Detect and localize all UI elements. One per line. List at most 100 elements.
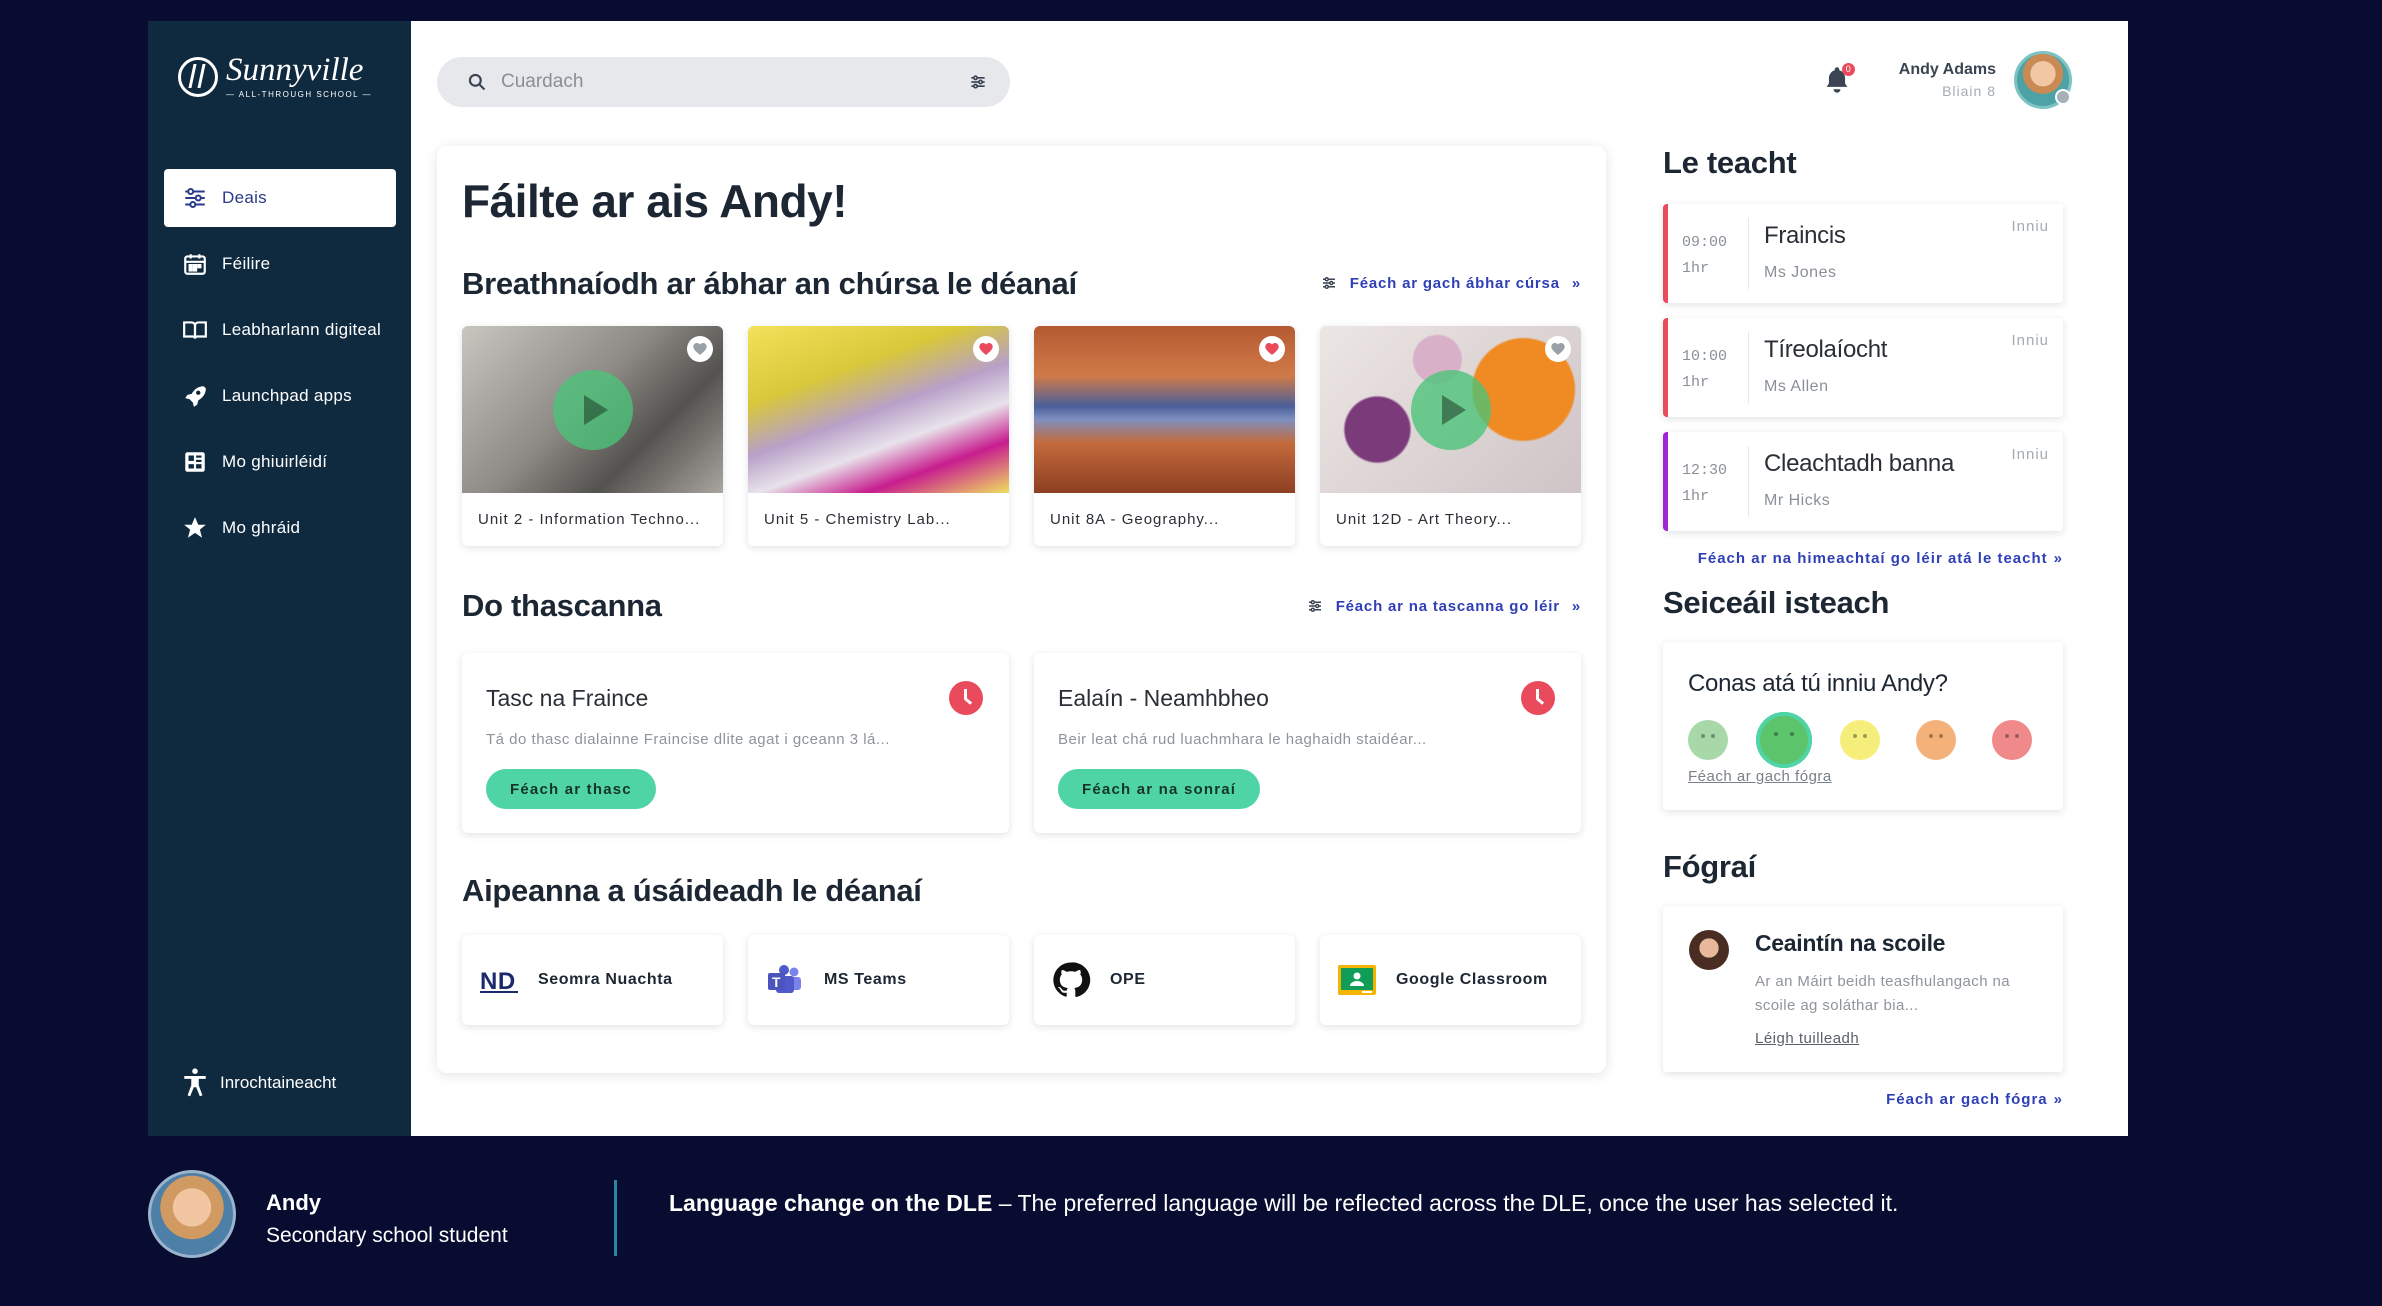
- sidebar-item-calendar[interactable]: Féilire: [164, 235, 396, 293]
- book-icon: [183, 321, 207, 339]
- checkin-title: Seiceáil isteach: [1663, 585, 1890, 620]
- lesson-subject: Cleachtadh banna: [1764, 450, 1955, 477]
- favourite-button[interactable]: [1259, 336, 1285, 362]
- sidebar: Sunnyville — ALL-THROUGH SCHOOL — Deais …: [148, 21, 411, 1136]
- mood-selector: [1688, 712, 2032, 768]
- app-google-classroom[interactable]: Google Classroom: [1320, 935, 1581, 1025]
- lesson-teacher: Mr Hicks: [1764, 492, 1831, 509]
- double-chevron-icon: »: [1571, 274, 1581, 292]
- lesson-card[interactable]: 10:00 1hr Tíreolaíocht Ms Allen Inniu: [1663, 318, 2063, 417]
- course-card-art[interactable]: Unit 12D - Art Theory...: [1320, 326, 1581, 546]
- app-label: MS Teams: [824, 971, 907, 988]
- mood-very-sad-button[interactable]: [1992, 720, 2032, 760]
- accessibility-label: Inrochtaineacht: [220, 1073, 337, 1092]
- lesson-duration: 1hr: [1682, 260, 1710, 278]
- course-label: Unit 5 - Chemistry Lab...: [764, 511, 951, 528]
- favourite-button[interactable]: [687, 336, 713, 362]
- mood-sad-button[interactable]: [1916, 720, 1956, 760]
- see-all-courses-link[interactable]: Féach ar gach ábhar cúrsa »: [1320, 274, 1581, 292]
- course-thumbnail: [1034, 326, 1295, 493]
- lesson-teacher: Ms Jones: [1764, 264, 1837, 281]
- course-card-geography[interactable]: Unit 8A - Geography...: [1034, 326, 1295, 546]
- sidebar-item-widgets[interactable]: Mo ghiuirléidí: [164, 433, 396, 491]
- svg-text:ND: ND: [480, 968, 516, 995]
- see-all-notices-link[interactable]: Féach ar gach fógra »: [1886, 1091, 2063, 1108]
- read-more-link[interactable]: Léigh tuilleadh: [1755, 1030, 1859, 1047]
- task-description: Tá do thasc dialainne Fraincise dlite ag…: [486, 731, 890, 748]
- sidebar-item-label: Launchpad apps: [222, 386, 352, 405]
- accessibility-link[interactable]: Inrochtaineacht: [182, 1068, 336, 1098]
- school-logo[interactable]: Sunnyville — ALL-THROUGH SCHOOL —: [178, 54, 372, 99]
- course-label: Unit 12D - Art Theory...: [1336, 511, 1512, 528]
- lesson-card[interactable]: 09:00 1hr Fraincis Ms Jones Inniu: [1663, 204, 2063, 303]
- recent-courses-title: Breathnaíodh ar ábhar an chúrsa le déana…: [462, 266, 1077, 301]
- checkin-view-all-link[interactable]: Féach ar gach fógra: [1688, 768, 1832, 785]
- notice-card: Ceaintín na scoile Ar an Máirt beidh tea…: [1663, 906, 2063, 1072]
- favourite-button[interactable]: [1545, 336, 1571, 362]
- logo-name: Sunnyville: [226, 52, 364, 88]
- newsroom-icon: ND: [478, 959, 520, 1001]
- caption-body: – The preferred language will be reflect…: [992, 1190, 1899, 1216]
- persona-name: Andy: [266, 1190, 321, 1215]
- sliders-icon: [185, 188, 205, 208]
- search-bar: [437, 57, 1010, 107]
- see-all-tasks-link[interactable]: Féach ar na tascanna go léir »: [1306, 597, 1581, 615]
- lesson-time: 10:00: [1682, 348, 1728, 365]
- filter-icon: [1322, 277, 1335, 289]
- page-title: Fáilte ar ais Andy!: [462, 175, 848, 227]
- see-all-events-link[interactable]: Féach ar na himeachtaí go léir atá le te…: [1698, 550, 2063, 567]
- task-list: Tasc na Fraince Tá do thasc dialainne Fr…: [462, 653, 1581, 833]
- lesson-day: Inniu: [2011, 218, 2049, 235]
- rocket-icon: [185, 386, 206, 407]
- course-card-it[interactable]: Unit 2 - Information Techno...: [462, 326, 723, 546]
- notifications-button[interactable]: 0: [1823, 63, 1855, 95]
- app-ms-teams[interactable]: T MS Teams: [748, 935, 1009, 1025]
- sidebar-item-dashboard[interactable]: Deais: [164, 169, 396, 227]
- view-details-button[interactable]: Féach ar na sonraí: [1058, 769, 1261, 809]
- app-label: Seomra Nuachta: [538, 971, 673, 988]
- see-all-notices-label: Féach ar gach fógra: [1886, 1091, 2048, 1108]
- mood-happy-button[interactable]: [1756, 712, 1812, 768]
- play-icon[interactable]: [552, 369, 633, 450]
- divider: [1748, 446, 1749, 517]
- star-icon: [184, 517, 206, 538]
- task-title: Tasc na Fraince: [486, 685, 649, 711]
- lesson-card[interactable]: 12:30 1hr Cleachtadh banna Mr Hicks Inniu: [1663, 432, 2063, 531]
- sidebar-item-digital-library[interactable]: Leabharlann digiteal: [164, 301, 396, 359]
- mood-very-happy-button[interactable]: [1688, 720, 1728, 760]
- lesson-time: 12:30: [1682, 462, 1728, 479]
- course-card-chemistry[interactable]: Unit 5 - Chemistry Lab...: [748, 326, 1009, 546]
- see-all-courses-label: Féach ar gach ábhar cúrsa: [1349, 274, 1560, 292]
- course-thumbnail: [462, 326, 723, 493]
- checkin-card: Conas atá tú inniu Andy? Féach ar gach f…: [1663, 642, 2063, 810]
- divider: [614, 1180, 617, 1256]
- user-class: Bliain 8: [1942, 83, 1996, 99]
- search-icon: [468, 73, 486, 91]
- caption-text: Language change on the DLE – The preferr…: [669, 1190, 1898, 1217]
- search-input[interactable]: [501, 71, 968, 93]
- lesson-duration: 1hr: [1682, 374, 1710, 392]
- play-icon[interactable]: [1410, 369, 1491, 450]
- lesson-day: Inniu: [2011, 332, 2049, 349]
- checkin-question: Conas atá tú inniu Andy?: [1688, 670, 1948, 697]
- favourite-button[interactable]: [973, 336, 999, 362]
- app-newsroom[interactable]: ND Seomra Nuachta: [462, 935, 723, 1025]
- app-ope[interactable]: OPE: [1034, 935, 1295, 1025]
- avatar[interactable]: [2014, 51, 2072, 109]
- app-label: OPE: [1110, 971, 1146, 988]
- filter-icon[interactable]: [968, 72, 988, 92]
- clock-icon: [949, 681, 983, 715]
- persona-role: Secondary school student: [266, 1224, 508, 1247]
- mood-neutral-button[interactable]: [1840, 720, 1880, 760]
- sidebar-nav: Deais Féilire Leabharlann digiteal Launc…: [164, 169, 396, 565]
- sidebar-item-grades[interactable]: Mo ghráid: [164, 499, 396, 557]
- course-label: Unit 8A - Geography...: [1050, 511, 1220, 528]
- sidebar-item-label: Féilire: [222, 254, 271, 273]
- view-task-button[interactable]: Féach ar thasc: [486, 769, 656, 809]
- user-area: 0 Andy Adams Bliain 8: [1823, 51, 2072, 109]
- sidebar-item-launchpad[interactable]: Launchpad apps: [164, 367, 396, 425]
- heart-icon: [979, 343, 993, 355]
- lesson-time: 09:00: [1682, 234, 1728, 251]
- svg-text:T: T: [772, 974, 781, 990]
- sidebar-item-label: Leabharlann digiteal: [222, 320, 382, 339]
